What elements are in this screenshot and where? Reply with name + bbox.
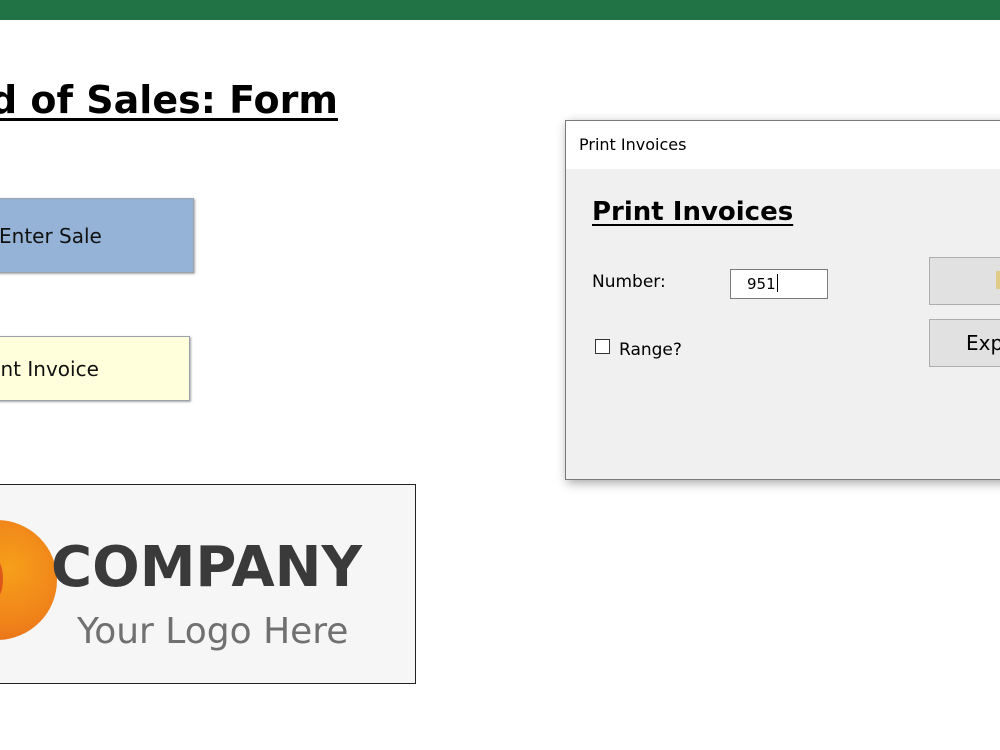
- print-invoice-label: Print Invoice: [0, 357, 99, 381]
- text-caret: [776, 274, 778, 292]
- dialog-window-title: Print Invoices: [579, 135, 687, 154]
- logo-company-text: COMPANY: [51, 535, 363, 600]
- excel-green-bar: [0, 0, 1000, 20]
- print-invoice-button[interactable]: Print Invoice: [0, 336, 190, 401]
- export-button-label: Export: [966, 331, 1000, 355]
- export-button[interactable]: Export: [929, 319, 1000, 367]
- range-checkbox[interactable]: [595, 339, 610, 354]
- number-input-value: 951: [747, 275, 776, 293]
- print-button-label-partial: [996, 271, 1000, 289]
- logo-mark-icon: [0, 520, 57, 640]
- dialog-titlebar[interactable]: Print Invoices: [566, 121, 1000, 169]
- number-label: Number:: [592, 272, 666, 292]
- logo-tagline-text: Your Logo Here: [77, 611, 349, 652]
- range-label[interactable]: Range?: [619, 340, 682, 360]
- number-input[interactable]: 951: [730, 269, 828, 299]
- print-button[interactable]: [929, 257, 1000, 305]
- enter-sale-label: Enter Sale: [0, 224, 102, 248]
- sheet-title: Record of Sales: Form: [0, 78, 360, 130]
- sheet-title-text: Record of Sales: Form: [0, 78, 338, 122]
- print-invoices-dialog: Print Invoices Print Invoices Number: 95…: [565, 120, 1000, 480]
- company-logo-placeholder: COMPANY Your Logo Here: [0, 484, 416, 684]
- enter-sale-button[interactable]: Enter Sale: [0, 198, 194, 273]
- dialog-heading: Print Invoices: [592, 197, 794, 227]
